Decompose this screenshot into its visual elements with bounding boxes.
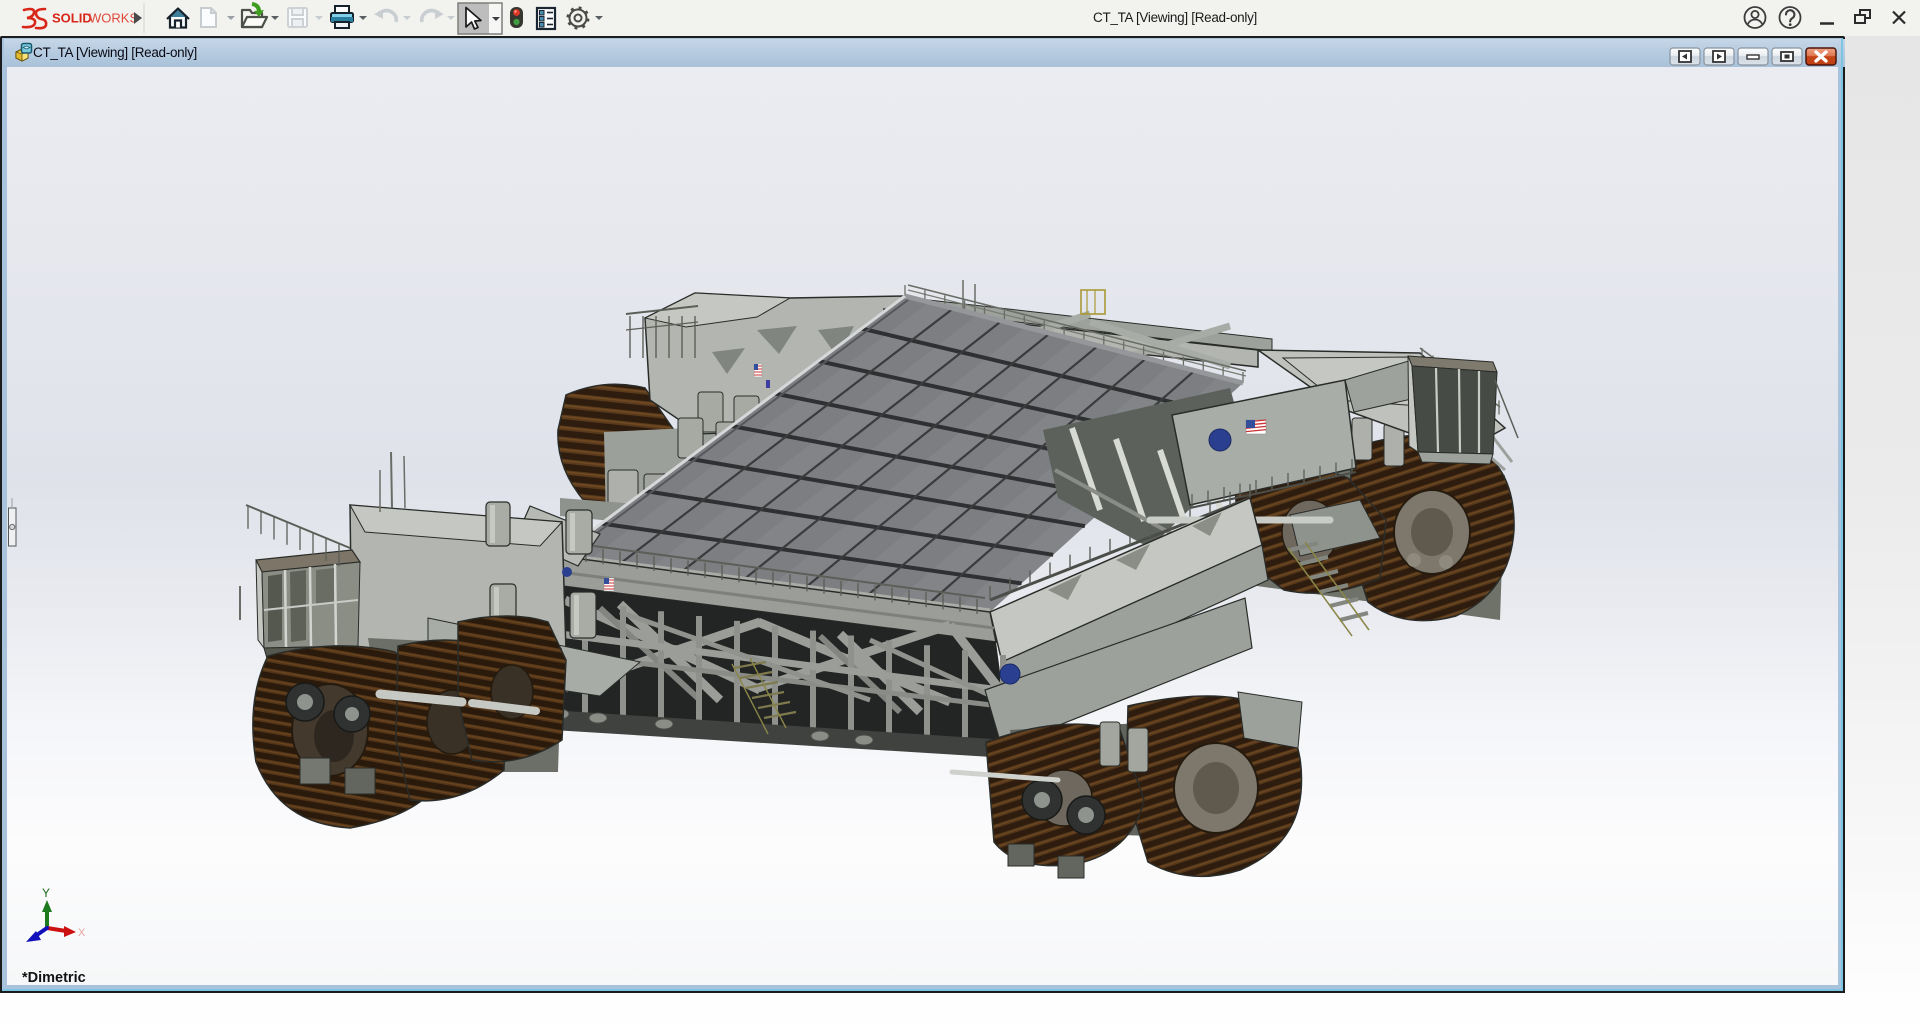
- svg-text:WORKS: WORKS: [89, 11, 138, 26]
- svg-text:SOLID: SOLID: [52, 11, 92, 26]
- svg-text:*Dimetric: *Dimetric: [22, 970, 86, 985]
- svg-text:Y: Y: [42, 886, 50, 900]
- svg-text:X: X: [78, 927, 86, 939]
